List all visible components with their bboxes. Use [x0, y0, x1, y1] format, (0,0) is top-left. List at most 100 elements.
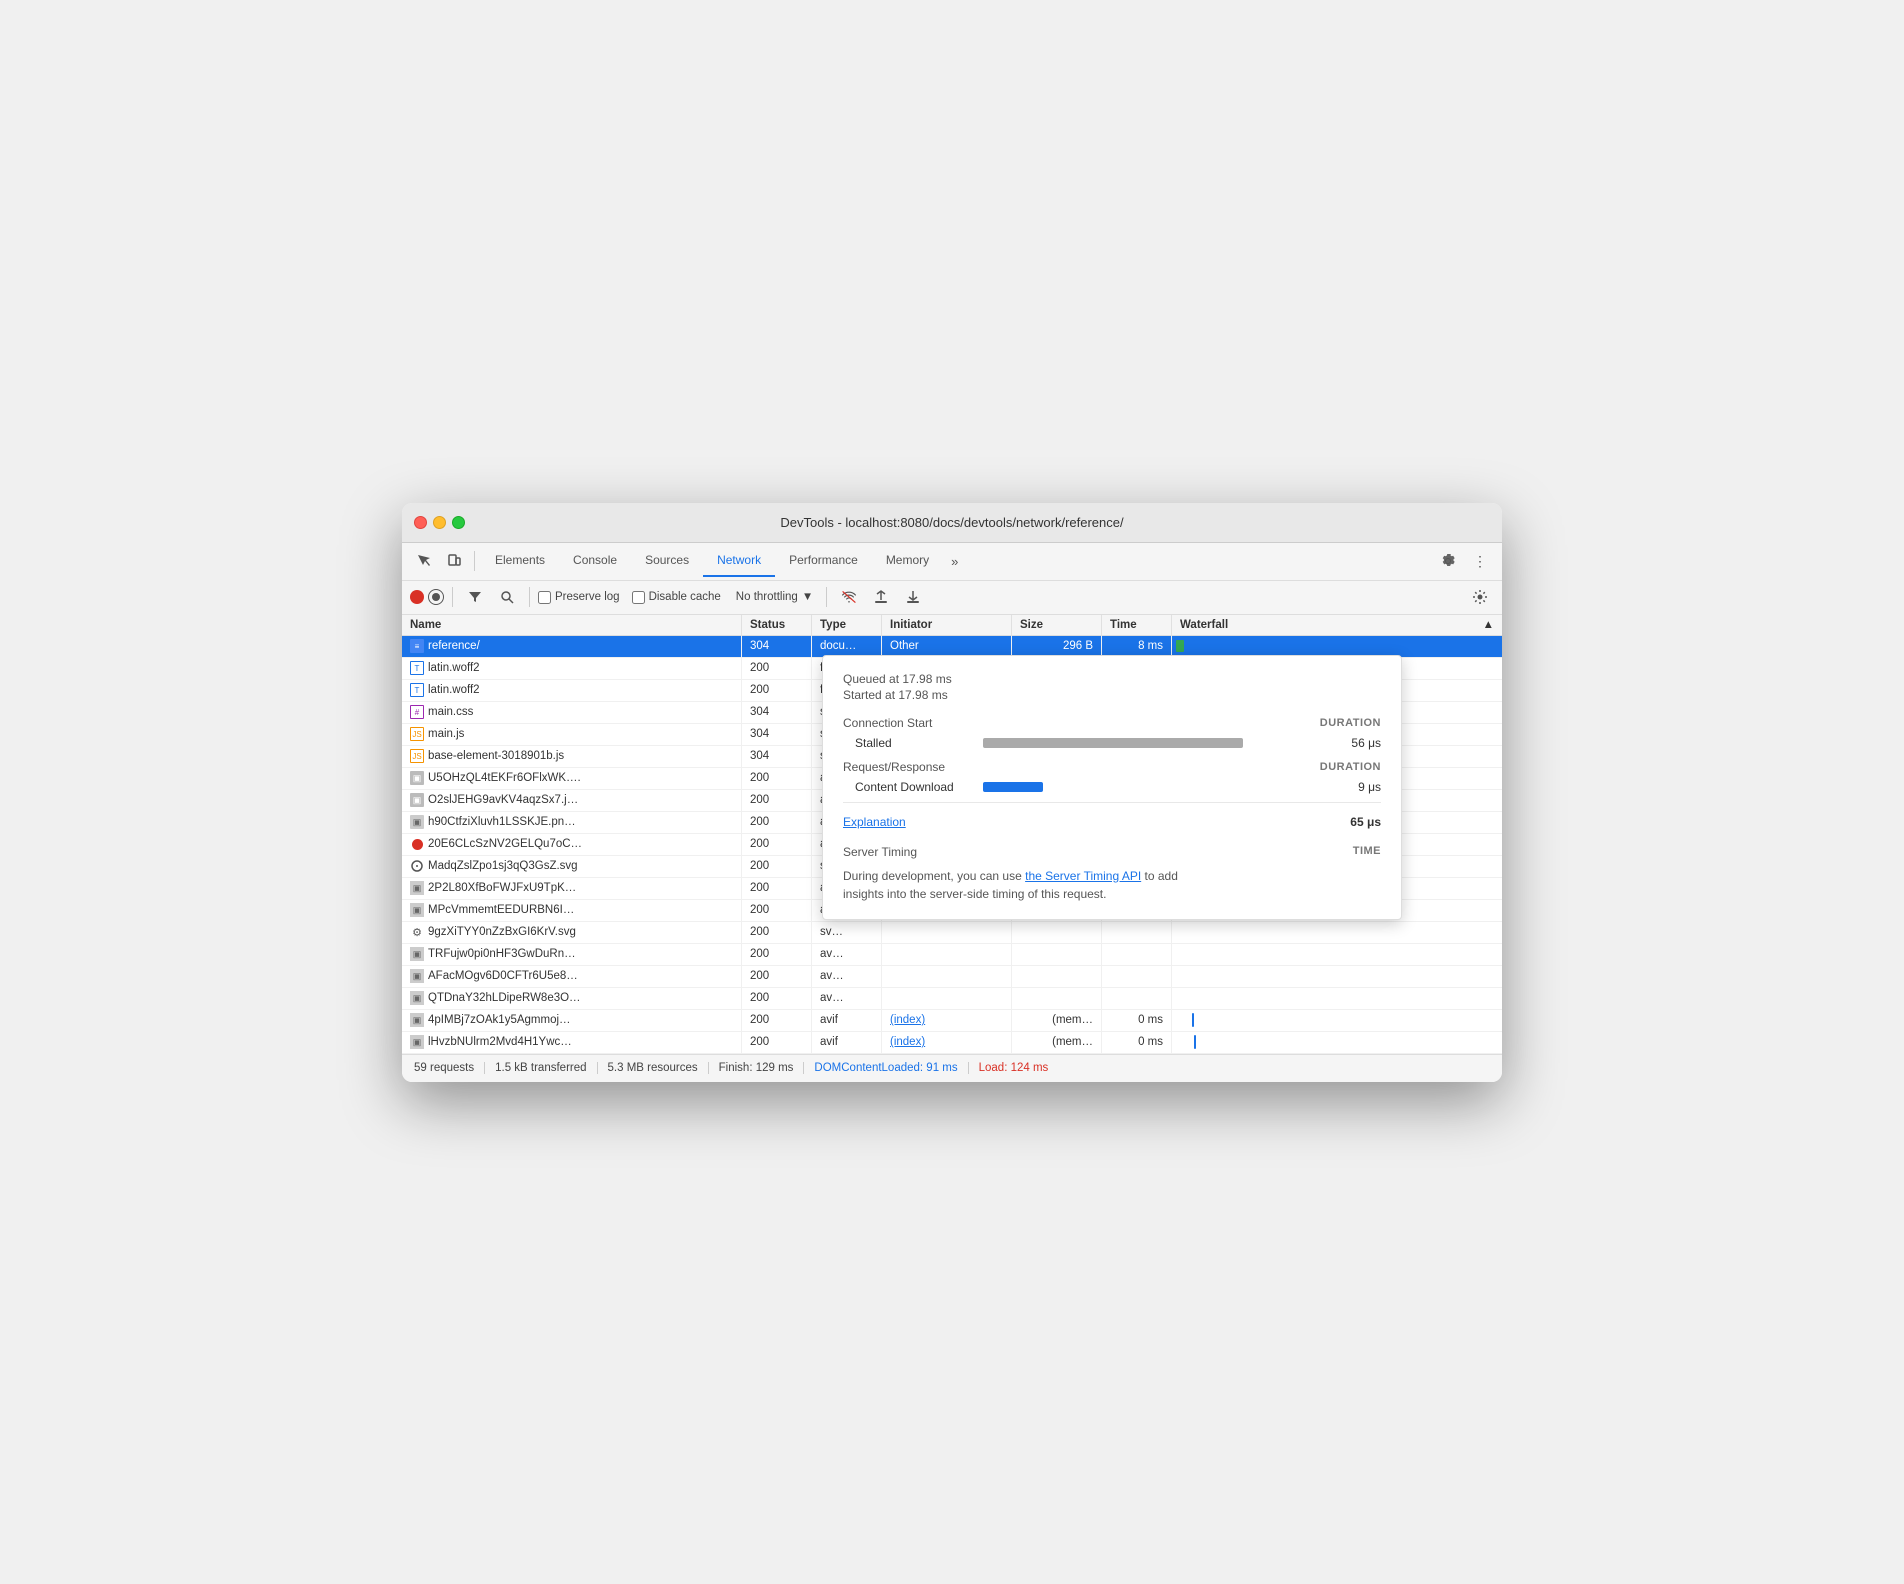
duration-header-1: DURATION [1320, 717, 1381, 729]
td-name: ▣ lHvzbNUlrm2Mvd4H1Ywc… [402, 1032, 742, 1053]
server-timing-label: Server Timing [843, 845, 917, 859]
td-name: ▣ 2P2L80XfBoFWJFxU9TpK… [402, 878, 742, 899]
th-initiator: Initiator [882, 615, 1012, 635]
img-red-icon [410, 837, 424, 851]
table-row[interactable]: ▣ lHvzbNUlrm2Mvd4H1Ywc… 200 avif (index)… [402, 1032, 1502, 1054]
stalled-value: 56 μs [1351, 736, 1381, 750]
td-status: 304 [742, 702, 812, 723]
doc-icon: ≡ [410, 639, 424, 653]
statusbar: 59 requests 1.5 kB transferred 5.3 MB re… [402, 1054, 1502, 1082]
tab-network[interactable]: Network [703, 545, 775, 577]
td-status: 304 [742, 746, 812, 767]
inspect-icon[interactable] [410, 547, 438, 575]
table-row[interactable]: ▣ QTDnaY32hLDipeRW8e3O… 200 av… [402, 988, 1502, 1010]
upload-icon[interactable] [867, 583, 895, 611]
content-download-row: Content Download 9 μs [843, 780, 1381, 794]
timing-divider [843, 802, 1381, 803]
stalled-label: Stalled [843, 736, 983, 750]
tab-console[interactable]: Console [559, 545, 631, 577]
td-status: 200 [742, 856, 812, 877]
toolbar-sep-4 [826, 587, 827, 607]
throttle-select[interactable]: No throttling ▼ [731, 588, 818, 606]
request-response-label: Request/Response [843, 760, 945, 774]
td-name: T latin.woff2 [402, 658, 742, 679]
duration-header-2: DURATION [1320, 761, 1381, 773]
td-status: 200 [742, 812, 812, 833]
td-name: T latin.woff2 [402, 680, 742, 701]
search-icon[interactable] [493, 583, 521, 611]
td-name: ▣ QTDnaY32hLDipeRW8e3O… [402, 988, 742, 1009]
preserve-log-label[interactable]: Preserve log [538, 591, 620, 604]
table-row[interactable]: ▣ AFacMOgv6D0CFTr6U5e8… 200 av… [402, 966, 1502, 988]
main-tabs: Elements Console Sources Network Perform… [481, 545, 1432, 577]
td-status: 304 [742, 724, 812, 745]
toolbar-separator [474, 551, 475, 571]
timing-popup: Queued at 17.98 ms Started at 17.98 ms C… [822, 655, 1402, 920]
titlebar: DevTools - localhost:8080/docs/devtools/… [402, 503, 1502, 543]
preserve-log-checkbox[interactable] [538, 591, 551, 604]
requests-count: 59 requests [414, 1062, 485, 1074]
settings-icon[interactable] [1434, 547, 1462, 575]
tab-elements[interactable]: Elements [481, 545, 559, 577]
img-icon: ▣ [410, 1035, 424, 1049]
td-name: ⚙ 9gzXiTYY0nZzBxGI6KrV.svg [402, 922, 742, 943]
traffic-lights [414, 516, 465, 529]
explanation-link[interactable]: Explanation [843, 815, 906, 829]
td-status: 200 [742, 768, 812, 789]
table-row[interactable]: ▣ TRFujw0pi0nHF3GwDuRn… 200 av… [402, 944, 1502, 966]
tab-sources[interactable]: Sources [631, 545, 703, 577]
tab-bar: Elements Console Sources Network Perform… [402, 543, 1502, 581]
toolbar-sep-3 [529, 587, 530, 607]
content-download-label: Content Download [843, 780, 983, 794]
td-time: 8 ms [1102, 636, 1172, 657]
device-toggle-icon[interactable] [440, 547, 468, 575]
js-icon: JS [410, 749, 424, 763]
more-options-icon[interactable]: ⋮ [1466, 547, 1494, 575]
td-name: ▣ TRFujw0pi0nHF3GwDuRn… [402, 944, 742, 965]
started-at-text: Started at 17.98 ms [843, 688, 1381, 702]
td-name: # main.css [402, 702, 742, 723]
th-time: Time [1102, 615, 1172, 635]
table-row[interactable]: ▣ 4pIMBj7zOAk1y5Agmmoj… 200 avif (index)… [402, 1010, 1502, 1032]
td-status: 200 [742, 658, 812, 679]
record-button[interactable] [410, 590, 424, 604]
tab-performance[interactable]: Performance [775, 545, 872, 577]
img-icon: ▣ [410, 947, 424, 961]
th-waterfall: Waterfall ▲ [1172, 615, 1502, 635]
sort-icon: ▲ [1483, 619, 1494, 631]
clear-button[interactable] [428, 589, 444, 605]
td-type: docu… [812, 636, 882, 657]
network-settings-icon[interactable] [1466, 583, 1494, 611]
minimize-button[interactable] [433, 516, 446, 529]
img-icon: ▣ [410, 771, 424, 785]
devtools-window: DevTools - localhost:8080/docs/devtools/… [402, 503, 1502, 1082]
wifi-icon[interactable] [835, 583, 863, 611]
total-value: 65 μs [1350, 815, 1381, 829]
tab-memory[interactable]: Memory [872, 545, 943, 577]
table-header: Name Status Type Initiator Size Time Wat… [402, 615, 1502, 636]
td-initiator: Other [882, 636, 1012, 657]
load-time: Load: 124 ms [969, 1062, 1059, 1074]
close-button[interactable] [414, 516, 427, 529]
resources-size: 5.3 MB resources [598, 1062, 709, 1074]
disable-cache-checkbox[interactable] [632, 591, 645, 604]
dom-content-loaded: DOMContentLoaded: 91 ms [804, 1062, 968, 1074]
img-icon: ▣ [410, 881, 424, 895]
server-timing-description: During development, you can use the Serv… [843, 867, 1381, 903]
td-name: ▣ MPcVmmemtEEDURBN6I… [402, 900, 742, 921]
download-icon[interactable] [899, 583, 927, 611]
more-tabs-icon[interactable]: » [943, 548, 966, 575]
server-timing-api-link[interactable]: the Server Timing API [1025, 869, 1141, 883]
gear-icon: ⚙ [410, 925, 424, 939]
maximize-button[interactable] [452, 516, 465, 529]
disable-cache-label[interactable]: Disable cache [632, 591, 721, 604]
filter-icon[interactable] [461, 583, 489, 611]
td-status: 200 [742, 790, 812, 811]
finish-time: Finish: 129 ms [709, 1062, 805, 1074]
table-row[interactable]: ⚙ 9gzXiTYY0nZzBxGI6KrV.svg 200 sv… [402, 922, 1502, 944]
td-name: MadqZslZpo1sj3qQ3GsZ.svg [402, 856, 742, 877]
td-size: 296 B [1012, 636, 1102, 657]
network-content: Name Status Type Initiator Size Time Wat… [402, 615, 1502, 1054]
th-type: Type [812, 615, 882, 635]
td-name: 20E6CLcSzNV2GELQu7oC… [402, 834, 742, 855]
